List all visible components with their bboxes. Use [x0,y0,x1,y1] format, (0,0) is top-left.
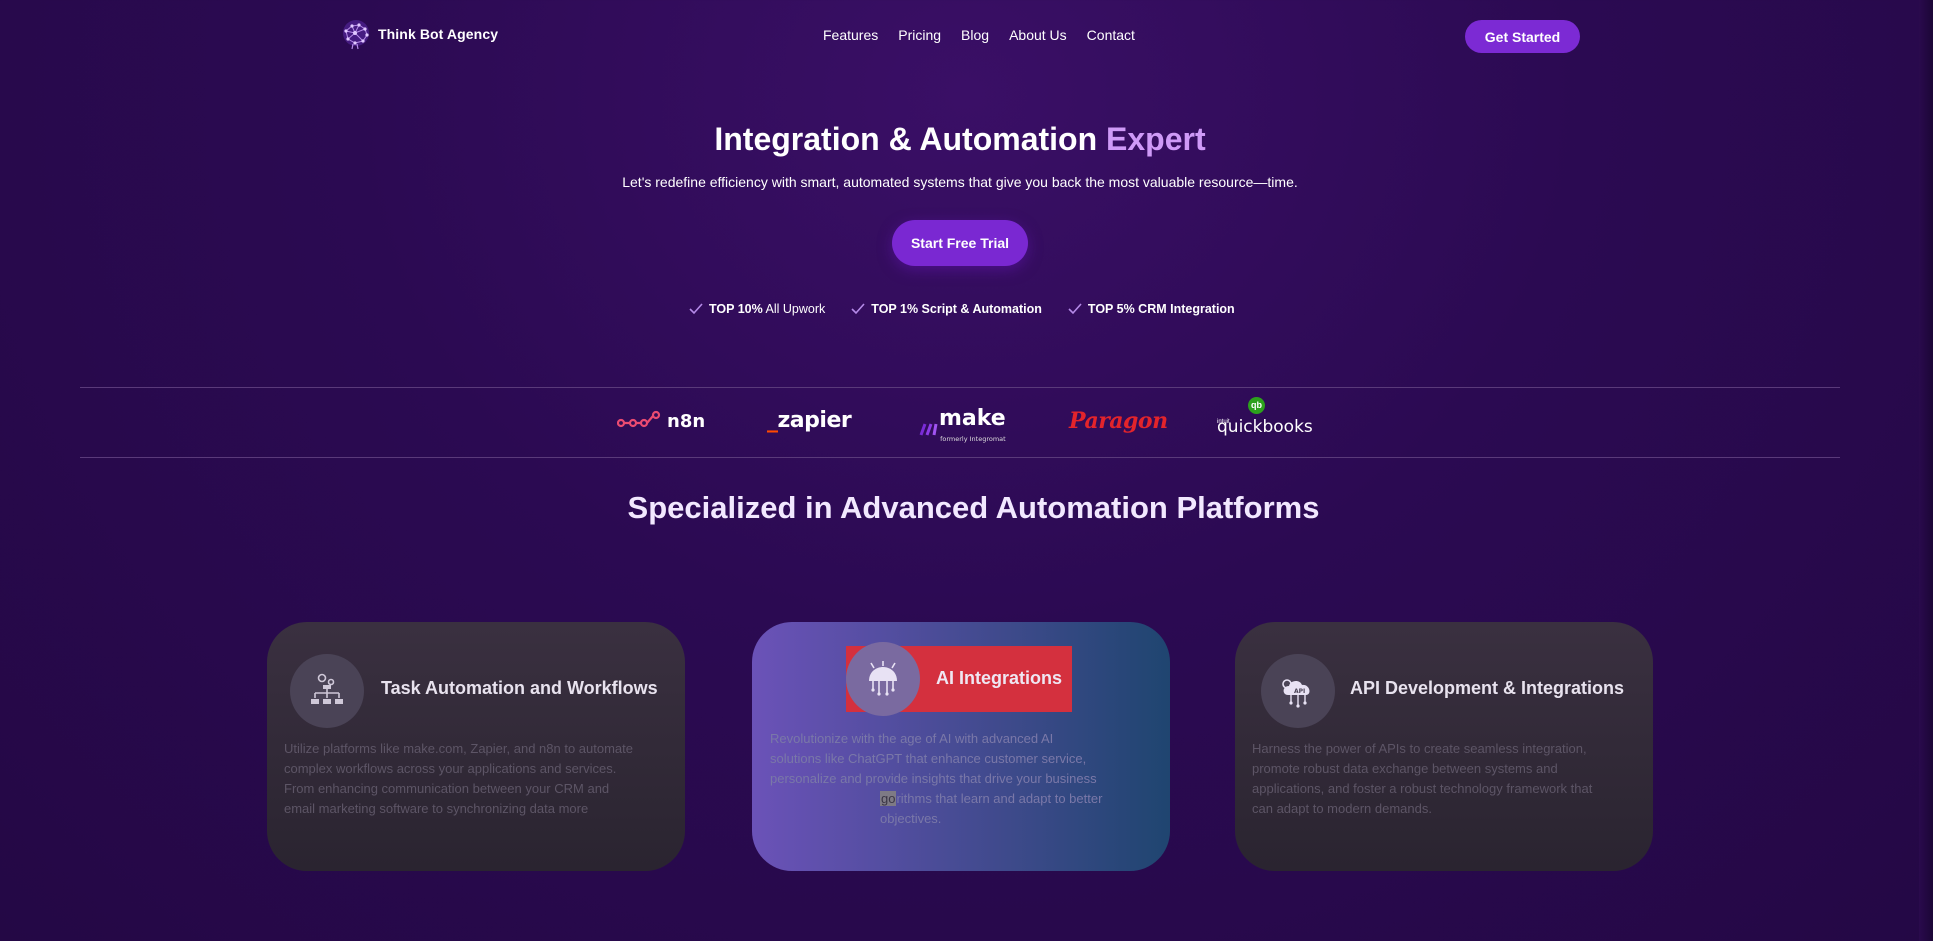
paragon-logo-text: Paragon [1069,408,1168,434]
check-icon [1068,303,1082,315]
badge-strong: TOP 1% Script & Automation [871,302,1042,316]
ai-brain-icon [846,642,920,716]
zapier-logo-text: zapier [777,408,852,433]
scrollbar[interactable] [1919,0,1933,941]
api-cloud-icon: API [1261,654,1335,728]
quickbooks-logo-text: quickbooks [1217,417,1313,437]
credential-badges: TOP 10% All Upwork TOP 1% Script & Autom… [689,302,1235,316]
hero-subtitle: Let's redefine efficiency with smart, au… [622,174,1298,190]
make-icon [919,423,938,436]
main-nav: Features Pricing Blog About Us Contact [823,27,1135,43]
check-icon [689,303,703,315]
card-api-development[interactable]: API API Development & Integrations Harne… [1235,622,1653,871]
quickbooks-logo: qb intuit quickbooks [1217,397,1313,441]
brand-logo[interactable]: Think Bot Agency [340,18,498,50]
nav-about-us[interactable]: About Us [1009,27,1067,43]
n8n-logo-text: n8n [667,410,706,432]
badge-script-automation: TOP 1% Script & Automation [851,302,1042,316]
hero-title-accent: Expert [1106,121,1206,157]
divider-bottom [80,457,1840,458]
card-ai-integrations[interactable]: AI Integrations Revolutionize with the a… [752,622,1170,871]
card-description: Harness the power of APIs to create seam… [1252,741,1593,816]
make-logo: make formerly Integromat [919,406,1006,449]
workflow-gears-icon [290,654,364,728]
card-task-automation[interactable]: Task Automation and Workflows Utilize pl… [267,622,685,871]
card-description: Revolutionize with the age of AI with ad… [770,731,1103,826]
make-logo-subtext: formerly Integromat [940,435,1006,443]
badge-strong: TOP 5% CRM Integration [1087,302,1235,316]
badge-upwork: TOP 10% All Upwork [689,302,825,316]
make-logo-text: make [939,406,1006,431]
card-title: AI Integrations [936,668,1063,688]
section-title: Specialized in Advanced Automation Platf… [627,490,1320,525]
svg-text:API: API [1294,688,1305,695]
check-icon [851,303,865,315]
brain-network-icon [343,20,369,50]
card-title: API Development & Integrations [1350,678,1625,698]
brand-name: Think Bot Agency [378,26,499,42]
nav-contact[interactable]: Contact [1087,27,1135,43]
start-free-trial-button[interactable]: Start Free Trial [892,220,1028,266]
nav-features[interactable]: Features [823,27,878,43]
zapier-logo: _zapier [767,408,852,433]
card-title: Task Automation and Workflows [381,678,658,698]
badge-crm-integration: TOP 5% CRM Integration [1068,302,1235,316]
badge-strong: TOP 10% [709,302,763,316]
divider-top [80,387,1840,388]
get-started-button[interactable]: Get Started [1465,20,1580,53]
selected-text: go [880,791,897,806]
badge-rest: All Upwork [762,302,826,316]
paragon-logo: Paragon [1069,408,1168,434]
nav-pricing[interactable]: Pricing [898,27,941,43]
hero-title-main: Integration & Automation [714,121,1098,157]
n8n-icon [617,410,661,428]
nav-blog[interactable]: Blog [961,27,989,43]
quickbooks-badge-icon: qb [1248,397,1265,414]
hero-title: Integration & Automation Expert [0,121,1920,158]
card-description: Utilize platforms like make.com, Zapier,… [284,741,633,816]
n8n-logo: n8n [617,410,705,432]
